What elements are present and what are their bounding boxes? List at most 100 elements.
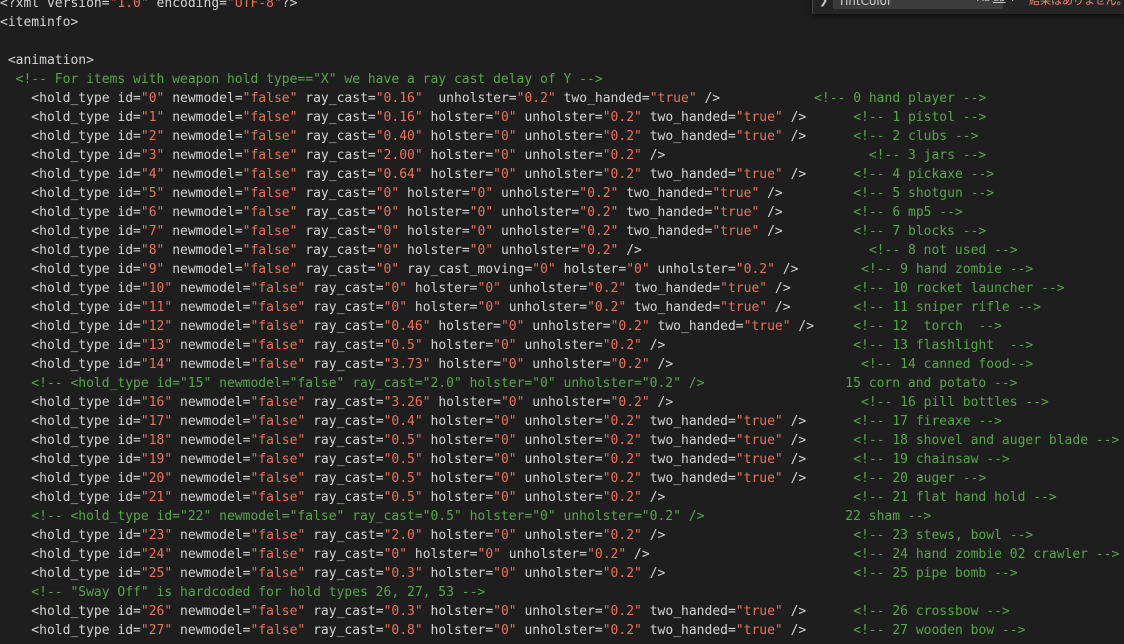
regex-toggle[interactable]: .* [1011, 0, 1019, 4]
code-token-comment: <!-- 9 hand zombie --> [861, 262, 1034, 277]
code-token-attr: newmodel= [164, 262, 243, 277]
code-token-val: "false" [250, 300, 306, 315]
code-token-val: "0.5" [383, 471, 423, 486]
code-token-val: "21" [140, 490, 173, 505]
code-token-val: "0" [493, 433, 517, 448]
code-token-val: "11" [140, 300, 173, 315]
code-token-attr: newmodel= [172, 433, 251, 448]
code-line[interactable]: <hold_type id="23" newmodel="false" ray_… [0, 526, 1033, 545]
code-line[interactable]: <hold_type id="10" newmodel="false" ray_… [0, 279, 1065, 298]
code-token-val: "false" [250, 547, 306, 562]
code-token-tag: /> [782, 433, 854, 448]
code-token-tag: <hold_type id= [0, 91, 141, 106]
chevron-right-icon[interactable]: ❯ [819, 0, 828, 7]
code-line[interactable]: <animation> [0, 51, 94, 70]
code-token-val: "0.2" [602, 110, 642, 125]
code-line[interactable]: <hold_type id="21" newmodel="false" ray_… [0, 488, 1056, 507]
code-line[interactable]: <hold_type id="0" newmodel="false" ray_c… [0, 89, 986, 108]
code-line[interactable]: <hold_type id="27" newmodel="false" ray_… [0, 621, 1025, 640]
code-token-tag: /> [649, 357, 862, 372]
code-token-val: "19" [140, 452, 173, 467]
code-line[interactable]: <hold_type id="8" newmodel="false" ray_c… [0, 241, 1017, 260]
code-token-val: "true" [735, 471, 783, 486]
code-line[interactable]: <hold_type id="9" newmodel="false" ray_c… [0, 260, 1033, 279]
code-line[interactable]: <hold_type id="13" newmodel="false" ray_… [0, 336, 1033, 355]
code-token-attr: newmodel= [172, 604, 251, 619]
code-token-val: "false" [250, 528, 306, 543]
code-token-val: "UTF-8" [227, 0, 282, 11]
code-token-comment: <!-- 7 blocks --> [853, 224, 987, 239]
code-line[interactable]: <hold_type id="11" newmodel="false" ray_… [0, 298, 1041, 317]
code-line[interactable]: <hold_type id="19" newmodel="false" ray_… [0, 450, 1009, 469]
code-line[interactable]: <hold_type id="26" newmodel="false" ray_… [0, 602, 1009, 621]
code-token-tag: <hold_type id= [0, 148, 141, 163]
find-result-text: 結果はありません。 [1029, 0, 1124, 7]
code-token-val: "true" [743, 319, 791, 334]
code-token-attr: unholster= [516, 490, 603, 505]
code-token-attr: unholster= [516, 167, 603, 182]
code-token-val: "0" [493, 452, 517, 467]
code-line[interactable]: <hold_type id="17" newmodel="false" ray_… [0, 412, 1002, 431]
code-token-attr: newmodel= [172, 300, 251, 315]
code-token-attr: holster= [422, 452, 494, 467]
code-line[interactable]: <!-- <hold_type id="15" newmodel="false"… [0, 374, 1017, 393]
code-line[interactable]: <hold_type id="5" newmodel="false" ray_c… [0, 184, 994, 203]
code-token-val: "0" [140, 91, 165, 106]
code-token-comment: <!-- 14 canned food--> [861, 357, 1034, 372]
code-token-attr: ray_cast= [305, 357, 384, 372]
code-token-attr: holster= [422, 110, 494, 125]
code-line[interactable]: <!-- "Sway Off" is hardcoded for hold ty… [0, 583, 485, 602]
code-token-comment: <!-- 12 torch --> [853, 319, 1002, 334]
code-line[interactable]: <hold_type id="16" newmodel="false" ray_… [0, 393, 1049, 412]
code-token-val: "12" [140, 319, 173, 334]
whole-word-toggle[interactable]: ab [993, 0, 1005, 4]
code-token-attr: unholster= [516, 110, 603, 125]
code-token-val: "14" [140, 357, 173, 372]
code-line[interactable]: <hold_type id="6" newmodel="false" ray_c… [0, 203, 962, 222]
code-line[interactable]: <hold_type id="25" newmodel="false" ray_… [0, 564, 1017, 583]
code-token-attr: holster= [399, 205, 470, 220]
code-token-val: "0.64" [375, 167, 423, 182]
code-line[interactable]: <hold_type id="18" newmodel="false" ray_… [0, 431, 1119, 450]
code-token-val: "0" [493, 604, 517, 619]
code-line[interactable]: <hold_type id="14" newmodel="false" ray_… [0, 355, 1033, 374]
code-token-val: "17" [140, 414, 173, 429]
code-line[interactable]: <hold_type id="12" newmodel="false" ray_… [0, 317, 1002, 336]
code-token-attr: ray_cast= [297, 129, 376, 144]
code-token-attr: two_handed= [641, 433, 736, 448]
code-token-tag: <hold_type id= [0, 110, 141, 125]
code-line[interactable]: <hold_type id="20" newmodel="false" ray_… [0, 469, 986, 488]
code-line[interactable]: <!-- <hold_type id="22" newmodel="false"… [0, 507, 931, 526]
code-line[interactable]: <hold_type id="4" newmodel="false" ray_c… [0, 165, 994, 184]
code-token-val: "false" [242, 167, 298, 182]
code-token-comment: <!-- 4 pickaxe --> [853, 167, 995, 182]
code-line[interactable]: <!-- For items with weapon hold type=="X… [0, 70, 603, 89]
code-token-val: "0.4" [383, 414, 423, 429]
code-token-tag: /> [782, 414, 854, 429]
code-token-attr: newmodel= [172, 357, 251, 372]
code-token-val: "20" [140, 471, 173, 486]
match-case-toggle[interactable]: Aa [977, 0, 990, 4]
code-token-tag: /> [782, 604, 854, 619]
code-token-comment: <!-- 18 shovel and auger blade --> [853, 433, 1120, 448]
code-token-attr: ray_cast= [305, 300, 384, 315]
code-line[interactable]: <iteminfo> [0, 13, 78, 32]
code-line[interactable]: <?xml version="1.0" encoding="UTF-8"?> [0, 0, 297, 13]
code-token-attr: unholster= [422, 91, 517, 106]
code-line[interactable]: <hold_type id="3" newmodel="false" ray_c… [0, 146, 986, 165]
code-token-tag: <hold_type id= [0, 490, 141, 505]
code-token-tag: <hold_type id= [0, 604, 141, 619]
code-token-tag: /> [782, 623, 854, 638]
code-token-val: "true" [720, 281, 768, 296]
code-token-attr: unholster= [516, 433, 603, 448]
code-line[interactable]: <hold_type id="24" newmodel="false" ray_… [0, 545, 1119, 564]
code-token-val: "0.5" [383, 433, 423, 448]
code-line[interactable]: <hold_type id="1" newmodel="false" ray_c… [0, 108, 986, 127]
code-token-attr: two_handed= [641, 110, 736, 125]
code-token-comment: <!-- 10 rocket launcher --> [853, 281, 1065, 296]
code-line[interactable]: <hold_type id="2" newmodel="false" ray_c… [0, 127, 978, 146]
code-token-attr: ray_cast= [305, 452, 384, 467]
code-token-val: "false" [250, 395, 306, 410]
code-line[interactable]: <hold_type id="7" newmodel="false" ray_c… [0, 222, 986, 241]
code-token-tag: <hold_type id= [0, 281, 141, 296]
